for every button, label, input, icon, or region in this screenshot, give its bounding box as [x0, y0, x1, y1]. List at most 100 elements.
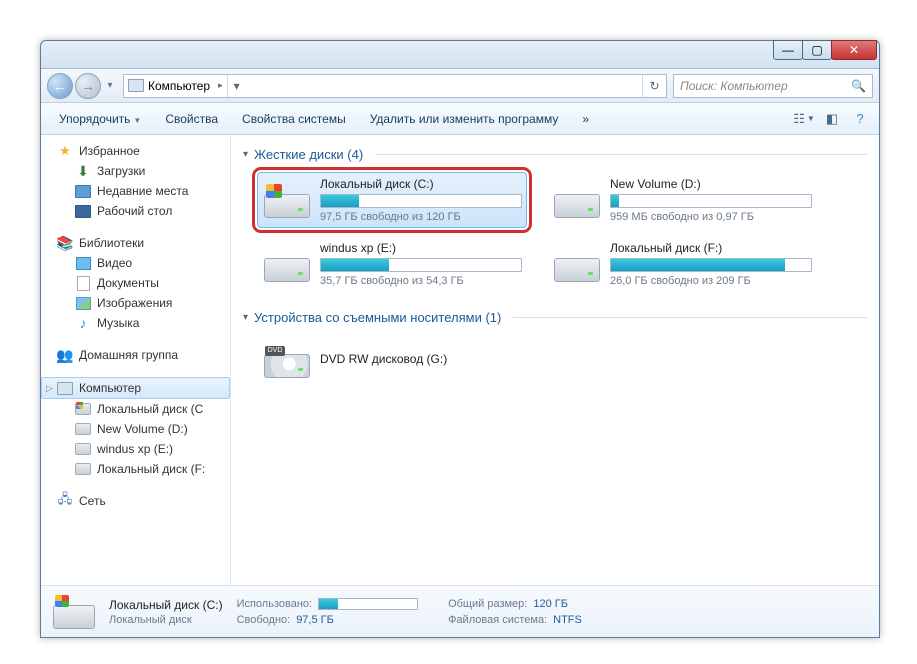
drive-e-bar — [320, 258, 522, 272]
help-button[interactable]: ? — [849, 108, 871, 130]
drive-d-bar — [610, 194, 812, 208]
sidebar-videos[interactable]: Видео — [41, 253, 230, 273]
network-icon: 🖧 — [57, 493, 73, 509]
drive-f-fill — [611, 259, 785, 271]
sidebar-desktop[interactable]: Рабочий стол — [41, 201, 230, 221]
minimize-button[interactable]: — — [773, 40, 803, 60]
sidebar-documents[interactable]: Документы — [41, 273, 230, 293]
search-box[interactable]: Поиск: Компьютер 🔍 — [673, 74, 873, 98]
drive-f-bar — [610, 258, 812, 272]
navigation-pane: ▷★Избранное ⬇Загрузки Недавние места Раб… — [41, 135, 231, 585]
back-button[interactable]: ← — [47, 73, 73, 99]
sidebar-drive-e[interactable]: windus xp (E:) — [41, 439, 230, 459]
drive-c-fill — [321, 195, 359, 207]
fs-label: Файловая система: — [448, 614, 547, 626]
search-placeholder: Поиск: Компьютер — [680, 79, 788, 93]
forward-button[interactable]: → — [75, 73, 101, 99]
details-name: Локальный диск (C:) — [109, 598, 223, 612]
address-bar[interactable]: Компьютер ▸ ▾ ↻ — [123, 74, 667, 98]
refresh-button[interactable]: ↻ — [642, 75, 666, 97]
document-icon — [75, 275, 91, 291]
sidebar-music[interactable]: ♪Музыка — [41, 313, 230, 333]
video-icon — [75, 255, 91, 271]
sidebar-drive-c[interactable]: Локальный диск (C — [41, 399, 230, 419]
sidebar-drive-f[interactable]: Локальный диск (F: — [41, 459, 230, 479]
free-label: Свободно: — [237, 614, 291, 626]
drive-f-icon — [552, 244, 600, 284]
computer-header[interactable]: ▷Компьютер — [41, 377, 230, 399]
size-label: Общий размер: — [448, 598, 527, 610]
nav-bar: ← → ▾ Компьютер ▸ ▾ ↻ Поиск: Компьютер 🔍 — [41, 69, 879, 103]
close-button[interactable]: ✕ — [831, 40, 877, 60]
drive-c-free: 97,5 ГБ свободно из 120 ГБ — [320, 211, 522, 223]
pictures-icon — [75, 295, 91, 311]
drive-f-label: Локальный диск (F:) — [610, 241, 812, 255]
drive-f-tile[interactable]: Локальный диск (F:) 26,0 ГБ свободно из … — [547, 236, 817, 292]
drive-e-tile[interactable]: windus xp (E:) 35,7 ГБ свободно из 54,3 … — [257, 236, 527, 292]
drive-c-tile[interactable]: Локальный диск (C:) 97,5 ГБ свободно из … — [257, 172, 527, 228]
breadcrumb-root: Компьютер — [148, 79, 210, 93]
sidebar-drive-d[interactable]: New Volume (D:) — [41, 419, 230, 439]
computer-group: ▷Компьютер Локальный диск (C New Volume … — [41, 377, 230, 479]
hdd-category-header[interactable]: ▾Жесткие диски (4) — [243, 143, 867, 166]
download-icon: ⬇ — [75, 163, 91, 179]
breadcrumb-arrow[interactable]: ▸ — [214, 80, 227, 91]
organize-menu[interactable]: Упорядочить▼ — [49, 108, 151, 130]
drive-icon — [75, 401, 91, 417]
sidebar-recent[interactable]: Недавние места — [41, 181, 230, 201]
libraries-header[interactable]: ▷📚Библиотеки — [41, 233, 230, 253]
content-pane: ▾Жесткие диски (4) Локальный диск (C:) 9… — [231, 135, 879, 585]
toolbar-overflow[interactable]: » — [572, 108, 599, 130]
homegroup-header[interactable]: ▷👥Домашняя группа — [41, 345, 230, 365]
drive-f-free: 26,0 ГБ свободно из 209 ГБ — [610, 275, 812, 287]
search-icon: 🔍 — [851, 79, 866, 93]
view-options-button[interactable]: ☷▼ — [793, 108, 815, 130]
titlebar[interactable]: — ▢ ✕ — [41, 41, 879, 69]
uninstall-button[interactable]: Удалить или изменить программу — [360, 108, 569, 130]
dvd-icon: DVD — [262, 340, 310, 380]
favorites-header[interactable]: ▷★Избранное — [41, 141, 230, 161]
network-header[interactable]: ▷🖧Сеть — [41, 491, 230, 511]
drive-d-fill — [611, 195, 619, 207]
libraries-icon: 📚 — [57, 235, 73, 251]
history-dropdown[interactable]: ▾ — [103, 73, 117, 99]
details-icon — [51, 593, 95, 631]
drive-g-tile[interactable]: DVD DVD RW дисковод (G:) — [257, 335, 527, 385]
drive-g-label: DVD RW дисковод (G:) — [320, 352, 522, 366]
free-value: 97,5 ГБ — [296, 614, 334, 626]
sidebar-pictures[interactable]: Изображения — [41, 293, 230, 313]
computer-icon — [128, 78, 144, 94]
drive-e-label: windus xp (E:) — [320, 241, 522, 255]
address-dropdown[interactable]: ▾ — [227, 75, 246, 97]
network-group: ▷🖧Сеть — [41, 491, 230, 511]
drive-e-free: 35,7 ГБ свободно из 54,3 ГБ — [320, 275, 522, 287]
star-icon: ★ — [57, 143, 73, 159]
maximize-button[interactable]: ▢ — [802, 40, 832, 60]
fs-value: NTFS — [553, 614, 582, 626]
music-icon: ♪ — [75, 315, 91, 331]
details-used-bar — [318, 598, 418, 610]
drive-d-free: 959 МБ свободно из 0,97 ГБ — [610, 211, 812, 223]
homegroup-icon: 👥 — [57, 347, 73, 363]
system-properties-button[interactable]: Свойства системы — [232, 108, 356, 130]
drive-d-label: New Volume (D:) — [610, 177, 812, 191]
command-bar: Упорядочить▼ Свойства Свойства системы У… — [41, 103, 879, 135]
drive-icon — [75, 461, 91, 477]
recent-icon — [75, 183, 91, 199]
computer-icon — [57, 380, 73, 396]
used-label: Использовано: — [237, 598, 313, 610]
details-pane: Локальный диск (C:) Локальный диск Испол… — [41, 585, 879, 637]
drive-c-icon — [262, 180, 310, 220]
drive-icon — [75, 441, 91, 457]
drive-c-label: Локальный диск (C:) — [320, 177, 522, 191]
favorites-group: ▷★Избранное ⬇Загрузки Недавние места Раб… — [41, 141, 230, 221]
drive-c-bar — [320, 194, 522, 208]
sidebar-downloads[interactable]: ⬇Загрузки — [41, 161, 230, 181]
properties-button[interactable]: Свойства — [155, 108, 228, 130]
drive-e-icon — [262, 244, 310, 284]
preview-pane-button[interactable]: ◧ — [821, 108, 843, 130]
size-value: 120 ГБ — [533, 598, 568, 610]
drive-d-tile[interactable]: New Volume (D:) 959 МБ свободно из 0,97 … — [547, 172, 817, 228]
libraries-group: ▷📚Библиотеки Видео Документы Изображения… — [41, 233, 230, 333]
removable-category-header[interactable]: ▾Устройства со съемными носителями (1) — [243, 306, 867, 329]
